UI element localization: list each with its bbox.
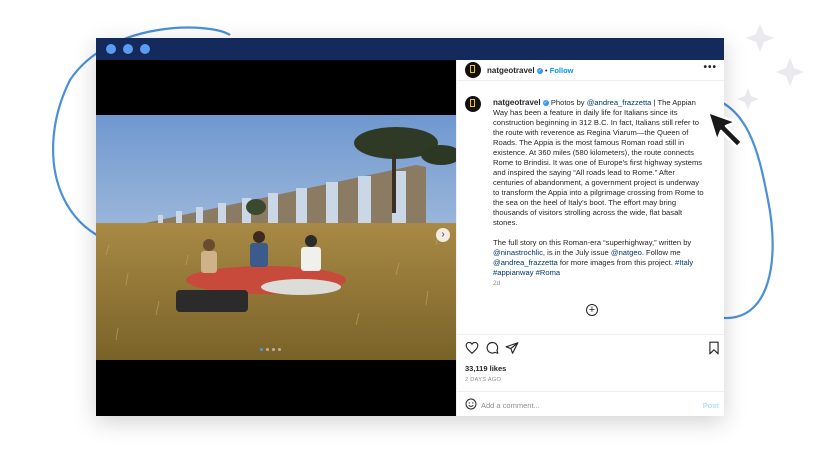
post-username[interactable]: natgeotravel bbox=[487, 66, 535, 75]
heart-icon[interactable] bbox=[465, 341, 479, 355]
share-icon[interactable] bbox=[505, 341, 519, 355]
avatar[interactable] bbox=[465, 62, 481, 78]
hashtag-link[interactable]: #Roma bbox=[536, 268, 560, 277]
carousel-dot bbox=[266, 348, 269, 351]
browser-window: › natgeotravel ✓ • Follow ••• natgeotrav… bbox=[96, 38, 724, 416]
window-dot-minimize[interactable] bbox=[123, 44, 133, 54]
verified-badge-icon: ✓ bbox=[536, 68, 543, 74]
post-sidebar: natgeotravel ✓ • Follow ••• natgeotravel… bbox=[456, 60, 724, 416]
bookmark-icon[interactable] bbox=[707, 341, 721, 355]
carousel-indicator bbox=[260, 348, 281, 352]
post-caption: natgeotravel ✓ Photos by @andrea_frazzet… bbox=[493, 98, 704, 277]
mention-link[interactable]: @andrea_frazzetta bbox=[587, 98, 652, 107]
caption-username[interactable]: natgeotravel bbox=[493, 98, 541, 107]
post-comment-button[interactable]: Post bbox=[703, 401, 719, 410]
like-count[interactable]: 33,119 likes bbox=[465, 364, 506, 373]
natgeo-logo-icon bbox=[470, 99, 475, 107]
comment-input[interactable]: Add a comment... bbox=[481, 401, 540, 410]
comment-icon[interactable] bbox=[485, 341, 499, 355]
natgeo-logo-icon bbox=[470, 65, 475, 73]
separator: • bbox=[545, 68, 548, 75]
plus-circle-icon[interactable]: + bbox=[586, 304, 598, 316]
carousel-dot bbox=[272, 348, 275, 351]
caption-age: 2d bbox=[493, 280, 501, 287]
window-dot-close[interactable] bbox=[106, 44, 116, 54]
post-photo[interactable] bbox=[96, 115, 456, 360]
mention-link[interactable]: @ninastrochlic bbox=[493, 248, 543, 257]
carousel-next-button[interactable]: › bbox=[436, 228, 450, 242]
emoji-icon[interactable] bbox=[465, 398, 477, 410]
mention-link[interactable]: @andrea_frazzetta bbox=[493, 258, 558, 267]
carousel-dot bbox=[278, 348, 281, 351]
sparkle-star-icon bbox=[737, 24, 804, 110]
caption-avatar[interactable] bbox=[465, 96, 481, 112]
window-titlebar bbox=[96, 38, 724, 60]
post-media-pane: › bbox=[96, 60, 456, 416]
post-header: natgeotravel ✓ • Follow ••• bbox=[457, 60, 724, 81]
follow-button[interactable]: Follow bbox=[550, 66, 574, 75]
post-actions: 33,119 likes 2 DAYS AGO Add a comment...… bbox=[457, 334, 724, 415]
cursor-arrow-icon bbox=[706, 110, 744, 149]
comment-bar: Add a comment... Post bbox=[457, 391, 724, 416]
hashtag-link[interactable]: #appianway bbox=[493, 268, 534, 277]
hashtag-link[interactable]: #Italy bbox=[675, 258, 693, 267]
carousel-dot bbox=[260, 348, 263, 351]
mention-link[interactable]: @natgeo bbox=[611, 248, 642, 257]
more-icon[interactable]: ••• bbox=[703, 62, 717, 73]
post-timestamp: 2 DAYS AGO bbox=[465, 377, 502, 383]
window-dot-maximize[interactable] bbox=[140, 44, 150, 54]
